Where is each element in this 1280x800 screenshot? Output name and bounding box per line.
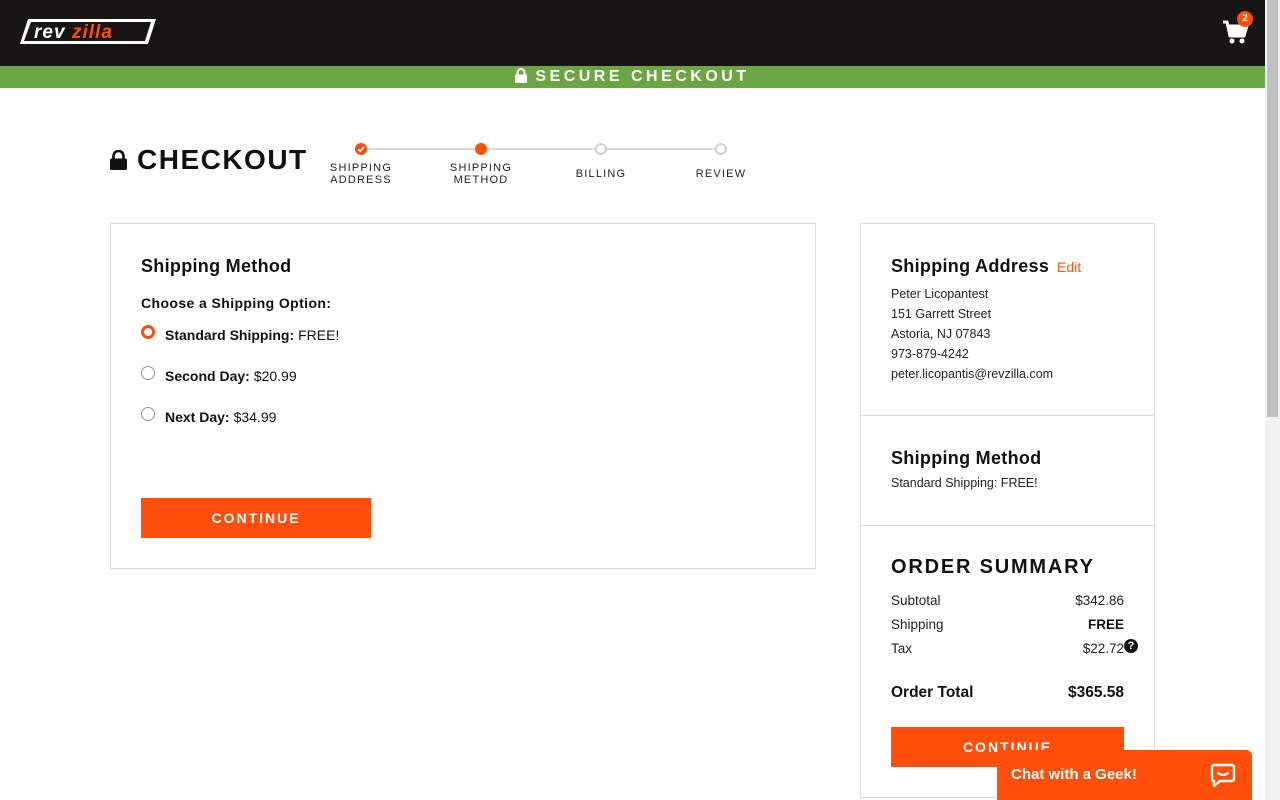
- tax-help-icon[interactable]: ?: [1124, 639, 1138, 653]
- order-total-value: $365.58: [1067, 684, 1124, 701]
- address-phone: 973-879-4242: [891, 347, 969, 361]
- edit-address-link[interactable]: Edit: [1057, 259, 1081, 275]
- option-price: $20.99: [253, 368, 297, 384]
- address-name: Peter Licopantest: [891, 287, 989, 301]
- address-email: peter.licopantis@revzilla.com: [891, 367, 1054, 381]
- cart-count-badge: 2: [1237, 11, 1253, 27]
- step-label-line: SHIPPING: [329, 162, 393, 174]
- radio-second-day[interactable]: [141, 366, 155, 380]
- shipping-method-heading: Shipping Method: [141, 256, 292, 276]
- svg-text:rev: rev: [34, 22, 66, 43]
- chat-widget[interactable]: Chat with a Geek!: [997, 750, 1252, 800]
- shipping-row: Shipping FREE: [891, 617, 1124, 632]
- revzilla-logo[interactable]: rev zilla: [20, 17, 156, 46]
- checkout-title: CHECKOUT: [110, 143, 308, 177]
- step-dot-billing: [595, 143, 607, 155]
- subtotal-value: $342.86: [1075, 593, 1124, 608]
- step-label-shipping-address[interactable]: SHIPPING ADDRESS: [316, 162, 406, 186]
- option-price: FREE!: [298, 327, 340, 343]
- chat-bubble-icon: [1210, 763, 1236, 787]
- step-dot-review: [715, 143, 727, 155]
- sidebar-shipping-method-heading: Shipping Method: [891, 448, 1042, 468]
- option-price: $34.99: [233, 409, 277, 425]
- shipping-option-second-day[interactable]: Second Day: $20.99: [141, 366, 297, 386]
- tax-value: $22.72: [1082, 641, 1124, 656]
- step-label-line: SHIPPING: [449, 162, 513, 174]
- page-scrollbar-thumb[interactable]: [1267, 0, 1278, 417]
- subtotal-row: Subtotal $342.86: [891, 593, 1124, 608]
- secure-checkout-label: SECURE CHECKOUT: [535, 68, 750, 85]
- shipping-option-next-day[interactable]: Next Day: $34.99: [141, 407, 276, 427]
- top-header: [0, 0, 1265, 66]
- checkmark-icon: [357, 146, 365, 153]
- svg-text:zilla: zilla: [71, 22, 113, 43]
- step-label-line: METHOD: [453, 174, 509, 186]
- address-street: 151 Garrett Street: [891, 307, 992, 321]
- divider: [861, 415, 1154, 416]
- shipping-option-standard[interactable]: Standard Shipping: FREE!: [141, 325, 339, 345]
- step-dot-shipping-method: [475, 143, 487, 155]
- option-name: Second Day:: [165, 368, 250, 384]
- order-summary-heading: ORDER SUMMARY: [891, 556, 1095, 578]
- page-title: CHECKOUT: [137, 144, 308, 175]
- lock-icon: [515, 68, 528, 83]
- tax-row: Tax $22.72: [891, 641, 1124, 656]
- order-total-row: Order Total $365.58: [891, 684, 1124, 702]
- address-city: Astoria, NJ 07843: [891, 327, 991, 341]
- shipping-option-prompt: Choose a Shipping Option:: [141, 295, 332, 311]
- secure-checkout-bar: SECURE CHECKOUT: [0, 66, 1265, 88]
- step-label-billing: BILLING: [575, 168, 627, 180]
- sidebar-shipping-method-value: Standard Shipping: FREE!: [891, 476, 1038, 490]
- step-label-review: REVIEW: [695, 168, 747, 180]
- progress-track: [361, 148, 721, 150]
- chat-label: Chat with a Geek!: [1011, 766, 1137, 783]
- order-total-label: Order Total: [891, 684, 974, 701]
- radio-standard-shipping[interactable]: [141, 325, 155, 339]
- step-dot-shipping-address[interactable]: [355, 143, 367, 155]
- step-label-line: ADDRESS: [330, 174, 392, 186]
- step-label-shipping-method: SHIPPING METHOD: [436, 162, 526, 186]
- lock-icon: [110, 150, 127, 170]
- tax-label: Tax: [891, 641, 913, 656]
- shipping-address-heading: Shipping Address: [891, 256, 1050, 276]
- divider: [861, 525, 1154, 526]
- option-name: Standard Shipping:: [165, 327, 295, 343]
- shipping-value: FREE: [1087, 617, 1124, 632]
- option-name: Next Day:: [165, 409, 230, 425]
- radio-next-day[interactable]: [141, 407, 155, 421]
- subtotal-label: Subtotal: [891, 593, 941, 608]
- continue-button[interactable]: CONTINUE: [141, 498, 371, 538]
- shipping-label: Shipping: [891, 617, 944, 632]
